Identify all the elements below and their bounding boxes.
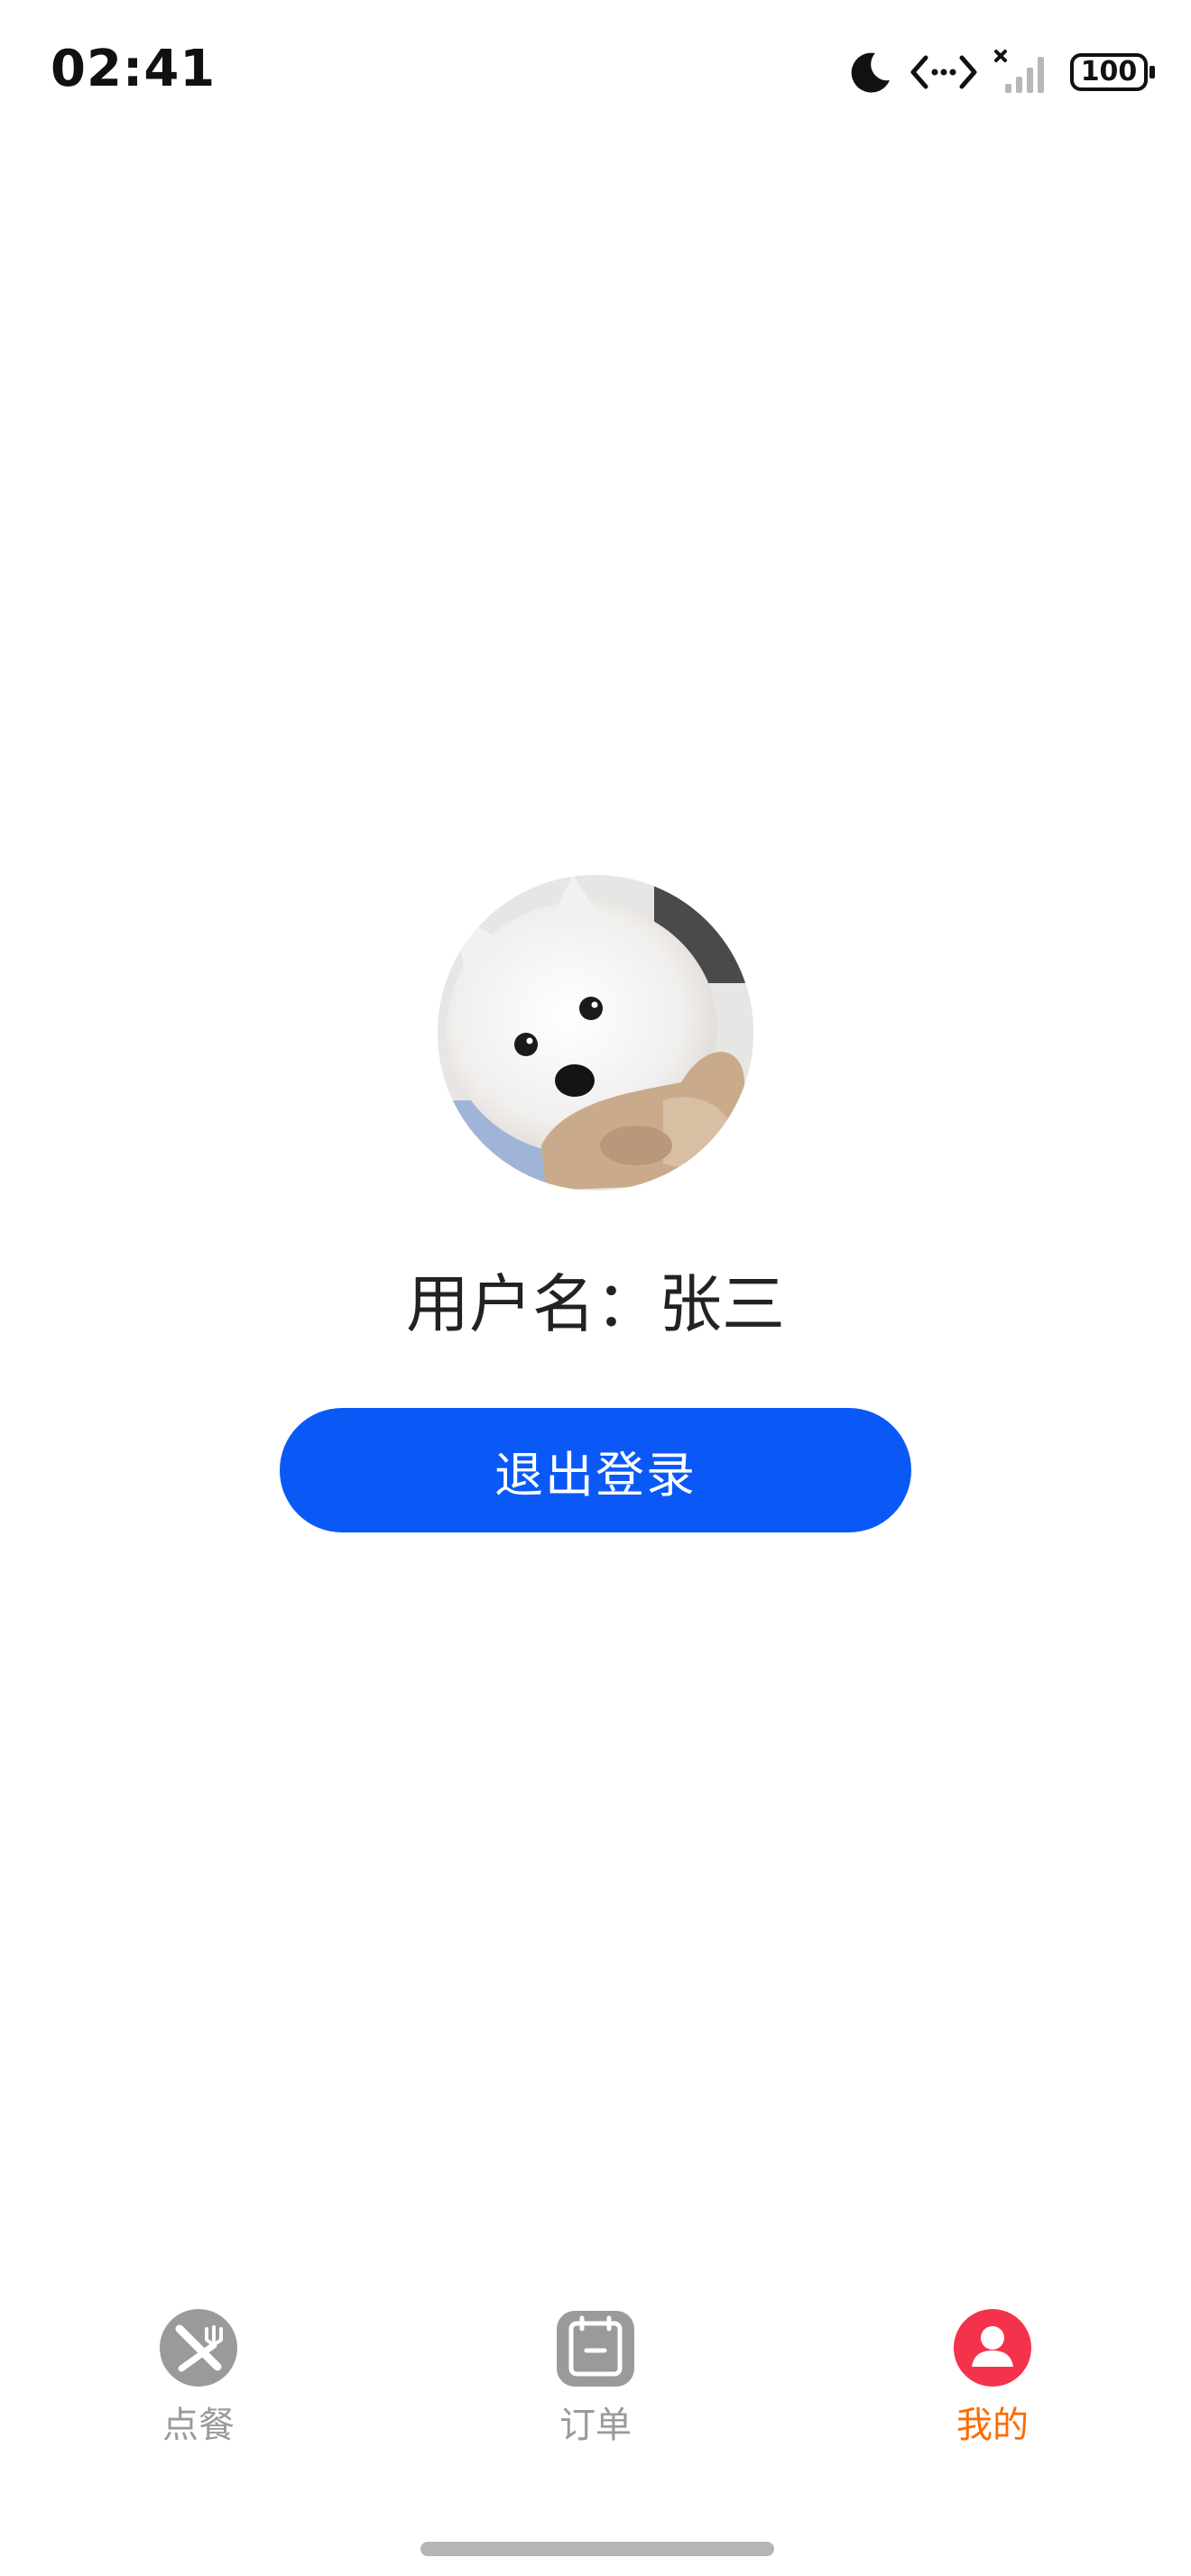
- utensils-icon: [160, 2309, 237, 2387]
- battery-icon: 100: [1070, 53, 1155, 91]
- signal-icon: [994, 50, 1044, 93]
- profile-screen: 02:41 100 用户名： 张三 退出登录 点餐 订单 我的: [0, 0, 1191, 2576]
- profile-section: 用户名： 张三 退出登录: [0, 875, 1191, 1532]
- logout-button[interactable]: 退出登录: [280, 1408, 911, 1532]
- moon-icon: [851, 52, 890, 93]
- username-label: 用户名：: [406, 1267, 659, 1341]
- status-time: 02:41: [51, 40, 217, 98]
- status-icons: 100: [848, 45, 1155, 99]
- tab-label-order-food: 点餐: [162, 2405, 235, 2446]
- avatar: [438, 875, 753, 1191]
- user-icon: [954, 2309, 1031, 2387]
- battery-level: 100: [1080, 56, 1138, 87]
- status-bar: 02:41 100: [0, 0, 1191, 135]
- tab-mine[interactable]: 我的: [884, 2309, 1101, 2471]
- order-list-icon: [557, 2311, 634, 2387]
- home-indicator[interactable]: [420, 2542, 774, 2556]
- avatar-dog-photo: [438, 875, 753, 1191]
- tab-label-orders: 订单: [559, 2405, 632, 2446]
- username: 用户名： 张三: [406, 1254, 785, 1345]
- bottom-tab-bar: 点餐 订单 我的: [0, 2309, 1191, 2471]
- tab-order-food[interactable]: 点餐: [90, 2309, 307, 2471]
- tab-orders[interactable]: 订单: [487, 2309, 704, 2471]
- tab-label-mine: 我的: [956, 2405, 1029, 2446]
- username-value: 张三: [659, 1267, 785, 1341]
- data-arrows-icon: [910, 55, 977, 89]
